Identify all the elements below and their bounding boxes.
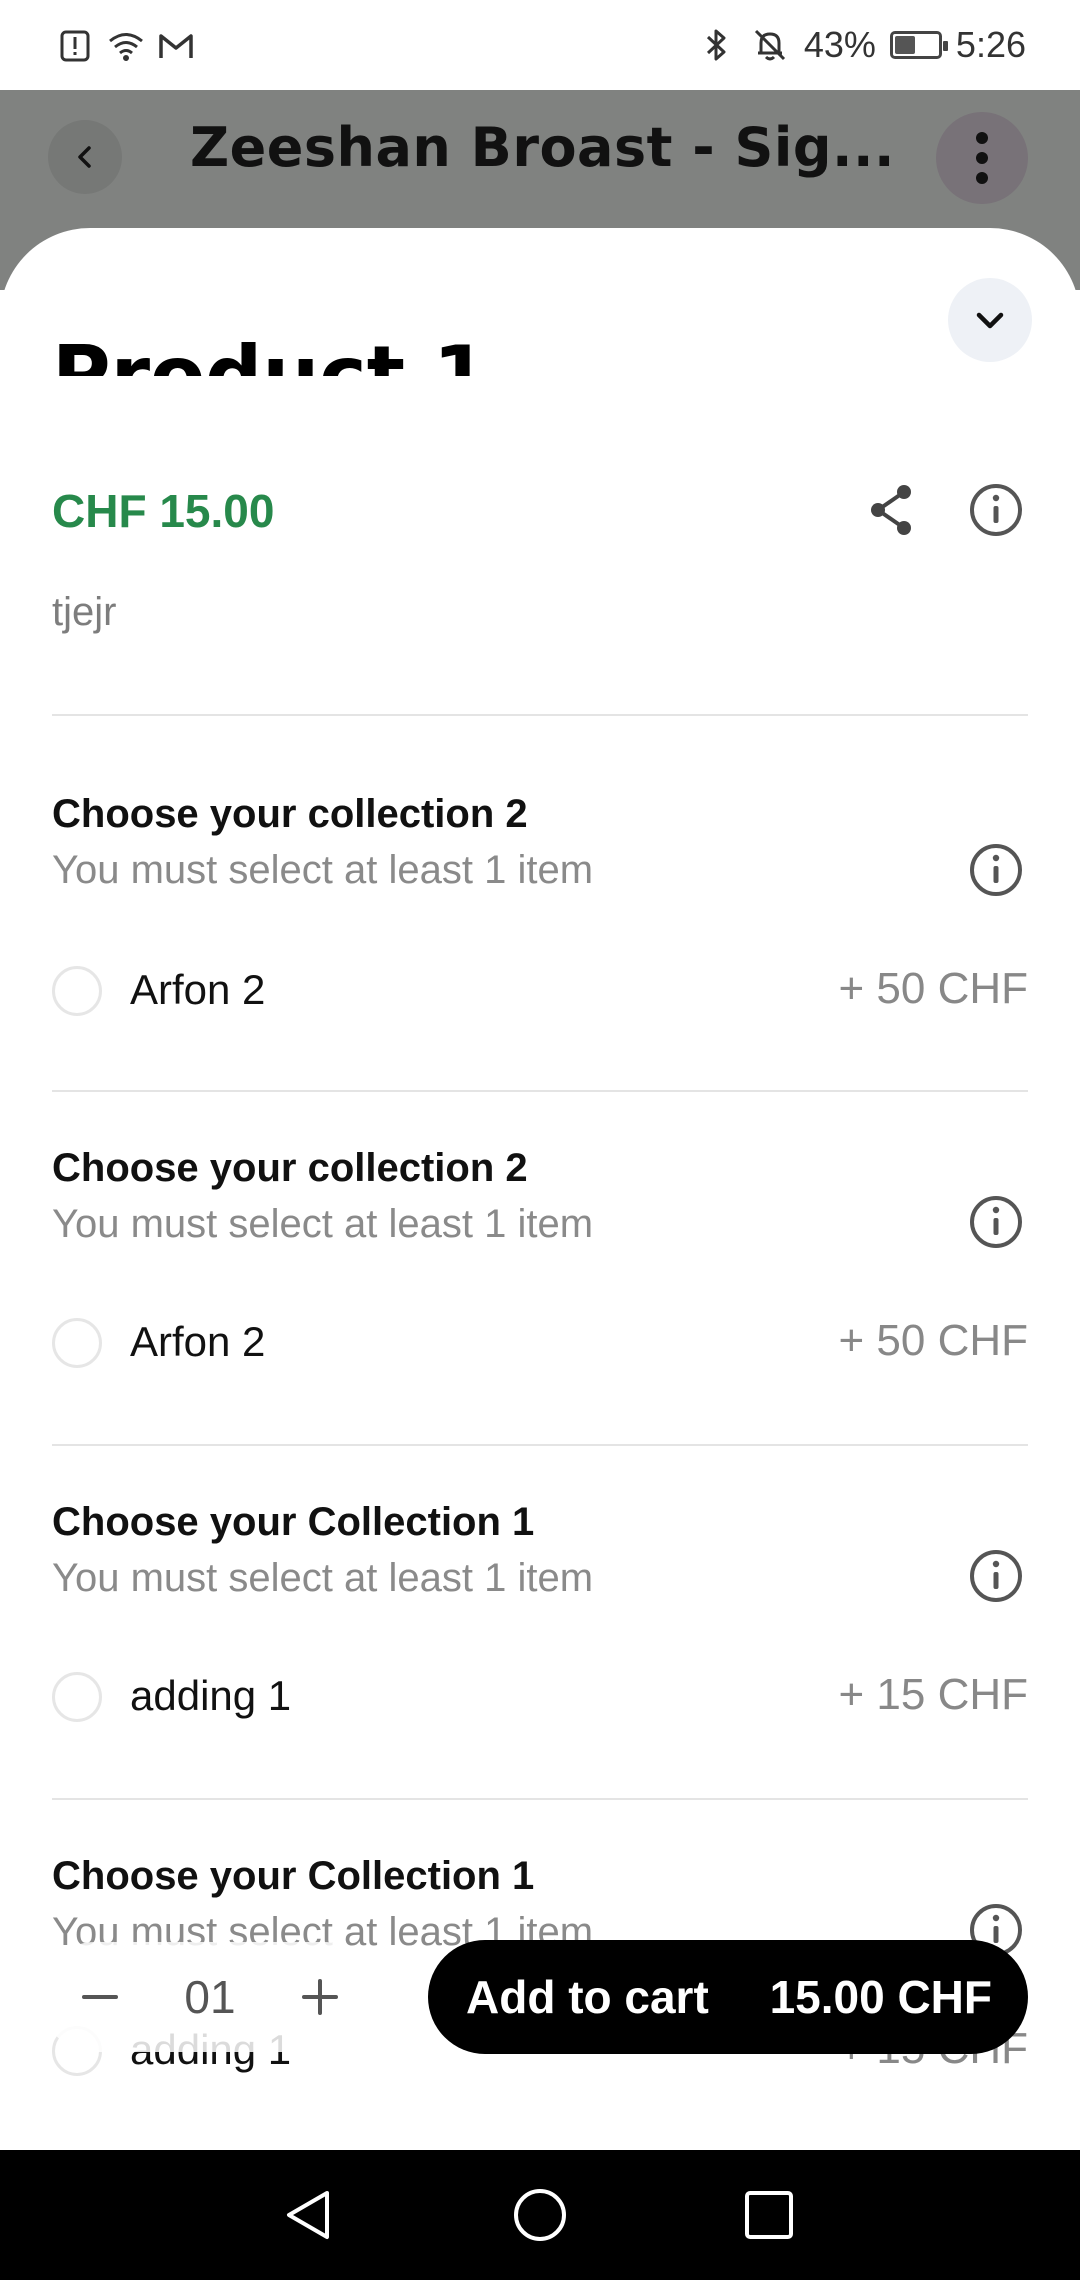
- info-icon: [970, 844, 1022, 896]
- divider: [52, 714, 1028, 716]
- battery-percent: 43%: [803, 24, 876, 65]
- group-title: Choose your collection 2: [52, 792, 528, 836]
- product-title: Product 1: [52, 336, 488, 376]
- system-nav-bar: [0, 2150, 1080, 2280]
- back-button[interactable]: [48, 120, 122, 194]
- circle-home-icon: [514, 2189, 566, 2241]
- option-price: + 15 CHF: [838, 1670, 1028, 1719]
- share-button[interactable]: [862, 480, 922, 540]
- more-vertical-icon: [976, 132, 988, 184]
- alert-icon: [56, 26, 96, 66]
- option-radio[interactable]: [52, 1672, 102, 1722]
- square-recents-icon: [745, 2191, 793, 2239]
- nav-recents-button[interactable]: [734, 2180, 804, 2250]
- quantity-stepper: 01: [40, 1942, 380, 2052]
- share-icon: [871, 485, 911, 535]
- clock: 5:26: [955, 24, 1026, 65]
- option-label[interactable]: Arfon 2: [130, 1318, 265, 1366]
- quantity-value: 01: [184, 1971, 236, 2023]
- decrease-quantity-button[interactable]: [70, 1967, 130, 2027]
- group-title: Choose your Collection 1: [52, 1500, 535, 1544]
- group-info-button[interactable]: [966, 840, 1026, 900]
- option-radio[interactable]: [52, 1318, 102, 1368]
- group-subtitle: You must select at least 1 item: [52, 1202, 594, 1246]
- add-to-cart-button[interactable]: Add to cart 15.00 CHF: [428, 1940, 1028, 2054]
- group-subtitle: You must select at least 1 item: [52, 848, 594, 892]
- wifi-icon: [106, 26, 146, 66]
- increase-quantity-button[interactable]: [290, 1967, 350, 2027]
- add-to-cart-label: Add to cart: [466, 1971, 709, 2023]
- nav-back-button[interactable]: [274, 2180, 344, 2250]
- divider: [52, 1798, 1028, 1800]
- product-info-button[interactable]: [966, 480, 1026, 540]
- battery-icon: [889, 31, 948, 59]
- chevron-left-icon: [78, 146, 91, 168]
- chevron-down-icon: [976, 312, 1004, 329]
- store-title: Zeeshan Broast - Sig...: [190, 116, 890, 179]
- option-radio[interactable]: [52, 966, 102, 1016]
- option-label[interactable]: Arfon 2: [130, 966, 265, 1014]
- option-label[interactable]: adding 1: [130, 1672, 291, 1720]
- product-price: CHF 15.00: [52, 485, 275, 537]
- info-icon: [970, 484, 1022, 536]
- collapse-button[interactable]: [948, 278, 1032, 362]
- option-price: + 50 CHF: [838, 1316, 1028, 1365]
- cart-total: 15.00 CHF: [769, 1971, 992, 2023]
- minus-icon: [82, 1995, 118, 1999]
- status-bar: 43% 5:26: [0, 0, 1080, 90]
- group-info-button[interactable]: [966, 1192, 1026, 1252]
- option-price: + 50 CHF: [838, 964, 1028, 1013]
- more-options-button[interactable]: [936, 112, 1028, 204]
- divider: [52, 1444, 1028, 1446]
- bluetooth-icon: [696, 25, 736, 65]
- product-description: tjejr: [52, 590, 117, 634]
- nav-home-button[interactable]: [505, 2180, 575, 2250]
- group-title: Choose your collection 2: [52, 1146, 528, 1190]
- plus-icon: [301, 1979, 338, 2015]
- divider: [52, 1090, 1028, 1092]
- group-title: Choose your Collection 1: [52, 1854, 535, 1898]
- info-icon: [970, 1550, 1022, 1602]
- group-info-button[interactable]: [966, 1546, 1026, 1606]
- triangle-back-icon: [287, 2191, 329, 2239]
- mute-icon: [750, 25, 790, 65]
- info-icon: [970, 1196, 1022, 1248]
- group-subtitle: You must select at least 1 item: [52, 1556, 594, 1600]
- gmail-icon: [156, 26, 196, 66]
- product-sheet: Product 1 CHF 15.00 tjejr Choose your co…: [0, 228, 1080, 2150]
